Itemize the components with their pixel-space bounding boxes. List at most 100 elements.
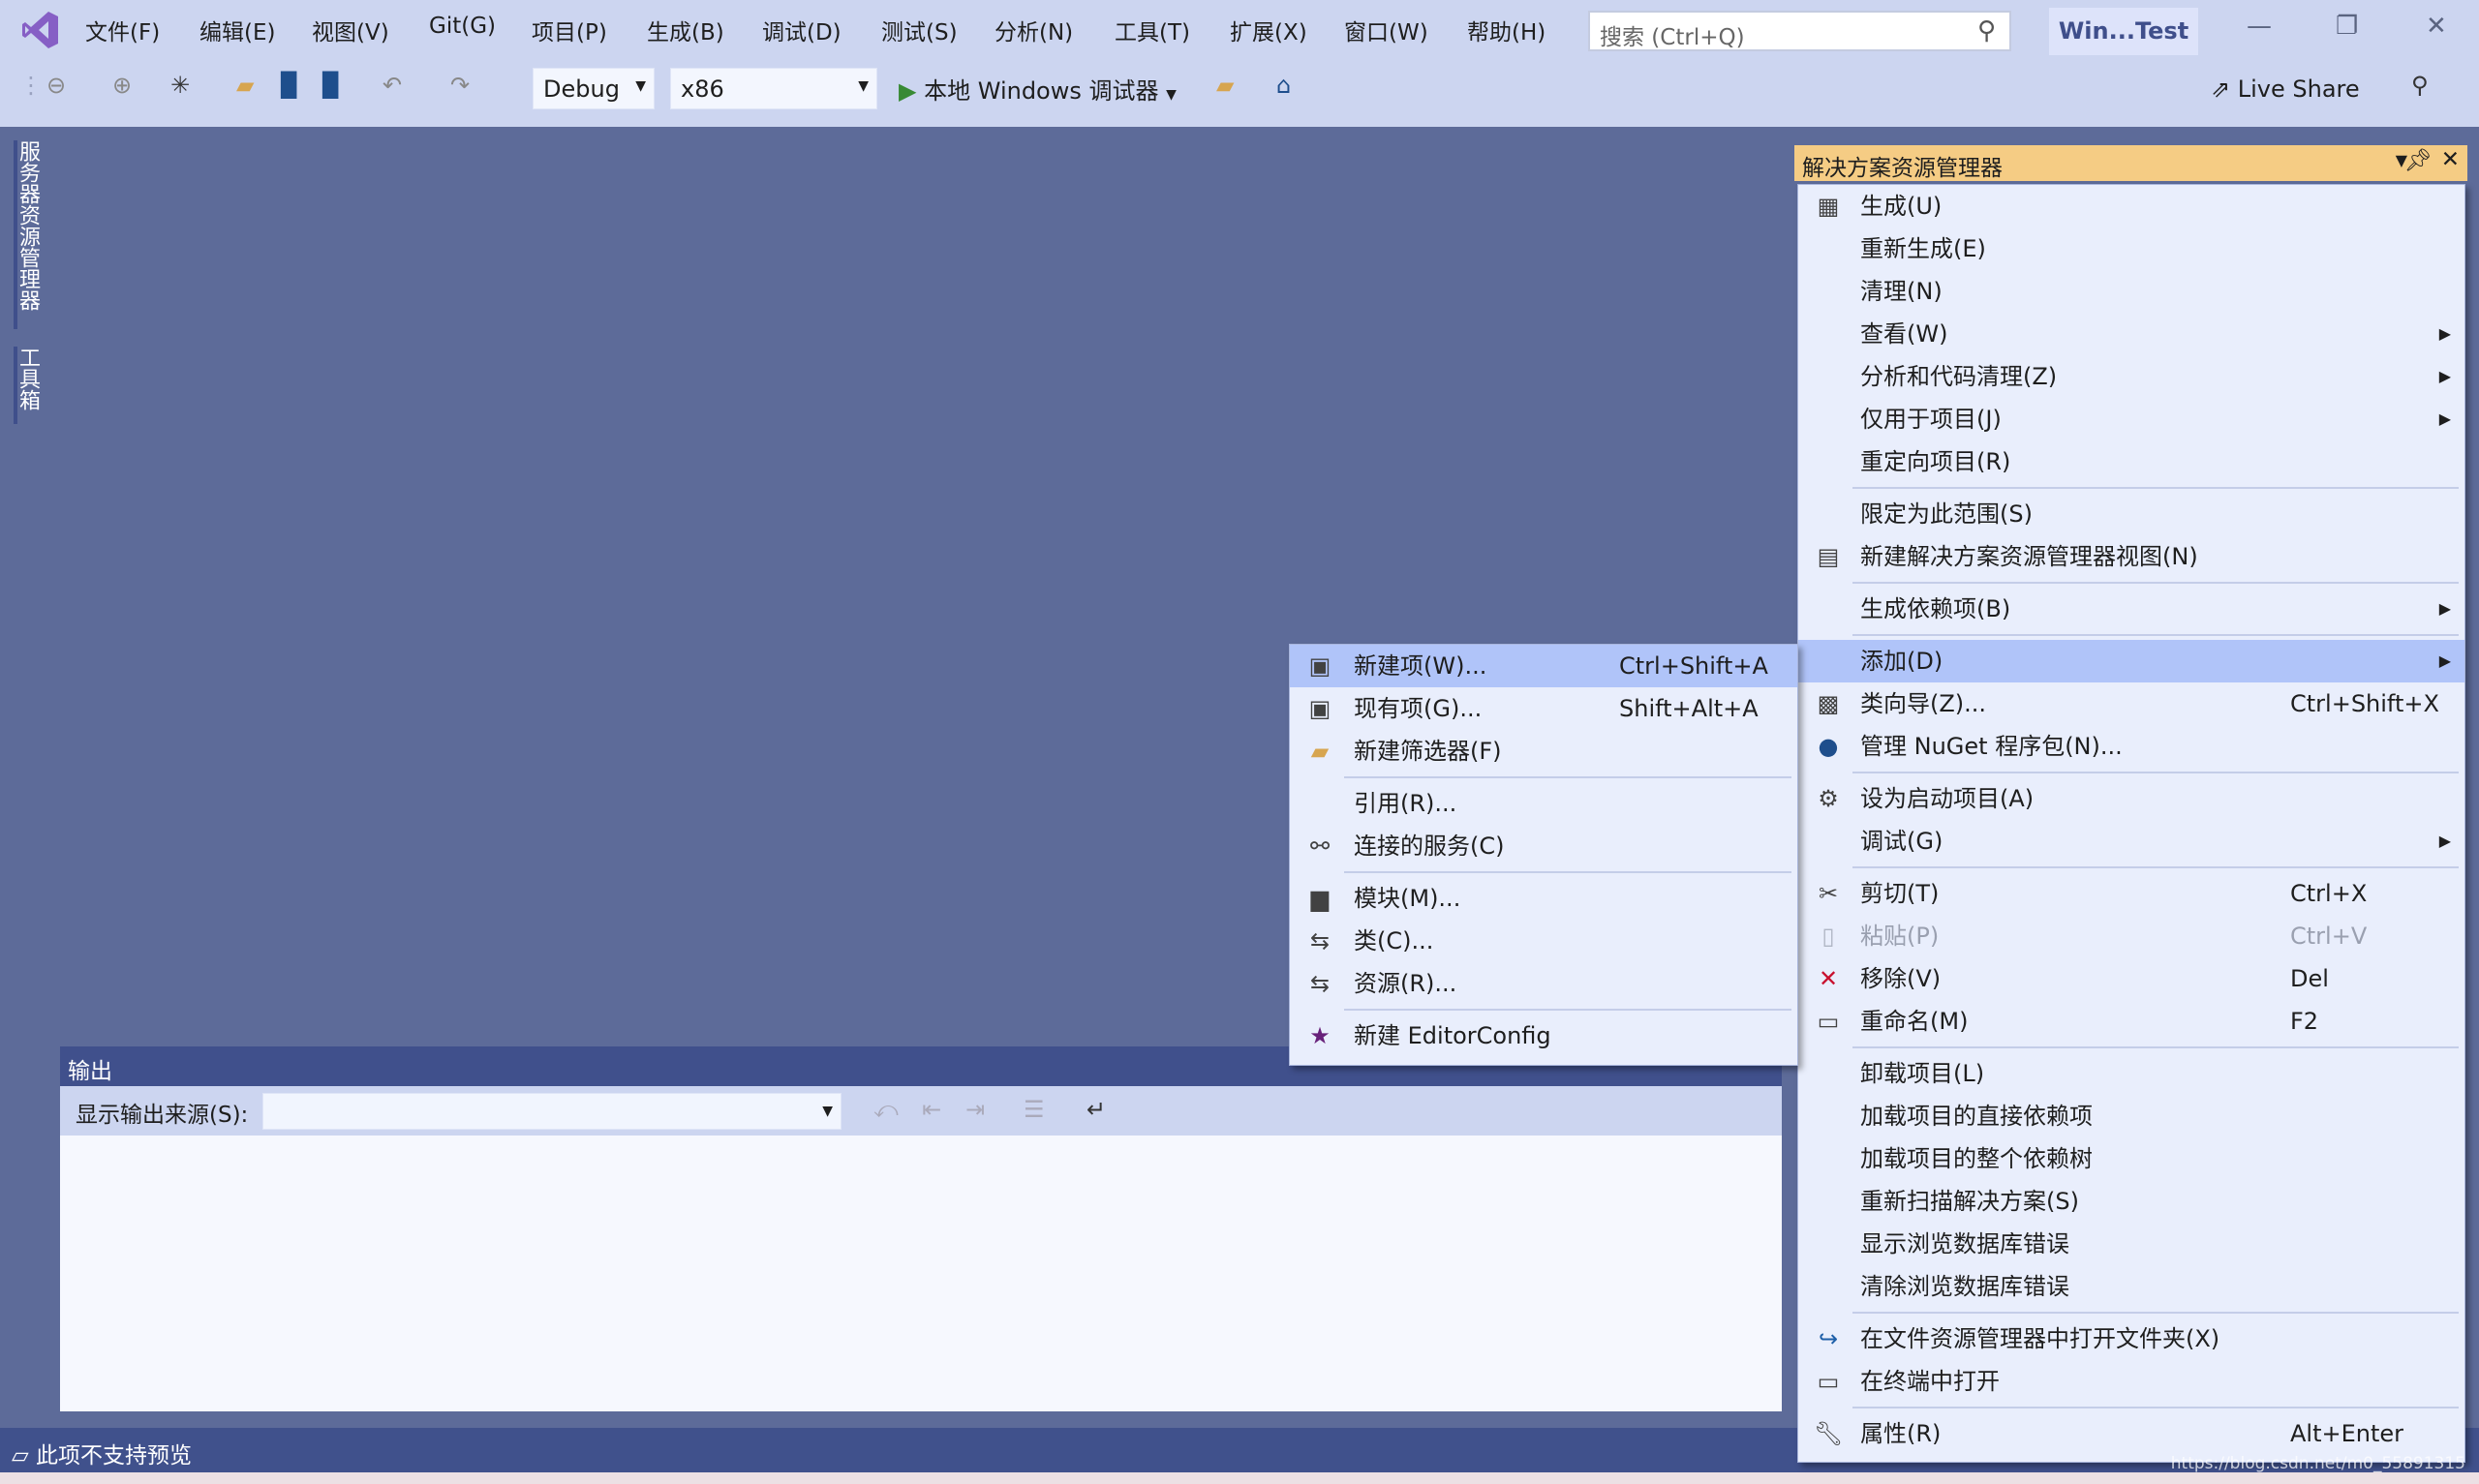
class-wizard-icon: ▩	[1817, 690, 1840, 717]
menu-item[interactable]: ▭ 在终端中打开	[1798, 1360, 2464, 1403]
menu-0[interactable]: 文件(F)	[85, 14, 160, 46]
save-all-icon[interactable]: ▉	[322, 72, 340, 99]
clear-all-icon[interactable]: ☰	[1024, 1096, 1045, 1123]
output-content[interactable]	[60, 1136, 1782, 1411]
menu-9[interactable]: 工具(T)	[1115, 14, 1190, 46]
menu-item-label: 类(C)...	[1354, 927, 1434, 954]
new-project-icon[interactable]: ✳	[170, 72, 190, 99]
toolbar-grip[interactable]: ⋮	[19, 72, 43, 99]
menu-item[interactable]: ⇆ 资源(R)...	[1290, 962, 1797, 1005]
tab-server-explorer[interactable]: 服务器资源管理器	[14, 140, 43, 329]
open-folder-icon[interactable]: ▰	[236, 72, 254, 99]
configuration-select[interactable]: Debug ▼	[533, 68, 655, 109]
menu-1[interactable]: 编辑(E)	[199, 14, 275, 46]
menu-item[interactable]: 重新扫描解决方案(S)	[1798, 1180, 2464, 1223]
start-debug-button[interactable]: ▶ 本地 Windows 调试器 ▼	[899, 72, 1177, 106]
menu-item[interactable]: 显示浏览数据库错误	[1798, 1223, 2464, 1265]
menu-item[interactable]: 调试(G) ▶	[1798, 820, 2464, 863]
menu-2[interactable]: 视图(V)	[312, 14, 389, 46]
menu-item[interactable]: 查看(W) ▶	[1798, 313, 2464, 355]
menu-item-label: 添加(D)	[1860, 648, 1943, 675]
menu-item[interactable]: ▣ 现有项(G)... Shift+Alt+A	[1290, 687, 1797, 730]
configuration-value: Debug	[543, 76, 620, 103]
menu-item-label: 连接的服务(C)	[1354, 833, 1505, 860]
close-icon[interactable]: ✕	[2441, 147, 2460, 172]
menu-item-label: 剪切(T)	[1860, 880, 1940, 907]
menu-item[interactable]: 生成依赖项(B) ▶	[1798, 588, 2464, 630]
menu-item[interactable]: ▯ 粘贴(P) Ctrl+V	[1798, 915, 2464, 957]
find-in-files-icon[interactable]: ▰	[1216, 72, 1234, 99]
menu-item[interactable]: 重新生成(E)	[1798, 227, 2464, 270]
word-wrap-icon[interactable]: ↵	[1086, 1096, 1106, 1123]
menu-item[interactable]: ▭ 重命名(M) F2	[1798, 1000, 2464, 1043]
menu-item-label: 限定为此范围(S)	[1860, 500, 2033, 528]
menu-item[interactable]: ▩ 类向导(Z)... Ctrl+Shift+X	[1798, 682, 2464, 725]
menu-item[interactable]: ▦ 生成(U)	[1798, 185, 2464, 227]
menu-item[interactable]: 🔧︎ 属性(R) Alt+Enter	[1798, 1412, 2464, 1455]
menu-item-label: 新建项(W)...	[1354, 652, 1487, 680]
undo-icon[interactable]: ↶	[383, 72, 402, 99]
menu-4[interactable]: 项目(P)	[532, 14, 607, 46]
menu-item-label: 类向导(Z)...	[1860, 690, 1987, 717]
menu-item[interactable]: ✂ 剪切(T) Ctrl+X	[1798, 872, 2464, 915]
live-share-button[interactable]: ⇗ Live Share	[2211, 76, 2360, 103]
menu-item[interactable]: 限定为此范围(S)	[1798, 493, 2464, 535]
menu-item[interactable]: 添加(D) ▶	[1798, 640, 2464, 682]
minimize-button[interactable]: —	[2247, 12, 2272, 41]
menu-11[interactable]: 窗口(W)	[1344, 14, 1428, 46]
forward-icon[interactable]: ⊕	[112, 72, 132, 99]
menu-item[interactable]: ✕ 移除(V) Del	[1798, 957, 2464, 1000]
menu-7[interactable]: 测试(S)	[881, 14, 958, 46]
menu-item[interactable]: 卸载项目(L)	[1798, 1052, 2464, 1095]
menu-item[interactable]: ★ 新建 EditorConfig	[1290, 1015, 1797, 1057]
tab-toolbox[interactable]: 工具箱	[14, 347, 43, 424]
go-to-line-icon[interactable]: ⤺	[873, 1096, 899, 1123]
redo-icon[interactable]: ↷	[450, 72, 470, 99]
play-icon: ▶	[899, 77, 917, 105]
menu-item[interactable]: 加载项目的整个依赖树	[1798, 1137, 2464, 1180]
pin-icon[interactable]: 📌︎	[2404, 147, 2433, 173]
menu-5[interactable]: 生成(B)	[647, 14, 724, 46]
menu-item[interactable]: ▰ 新建筛选器(F)	[1290, 730, 1797, 772]
menu-item[interactable]: 清理(N)	[1798, 270, 2464, 313]
output-source-select[interactable]: ▼	[262, 1093, 842, 1130]
menu-item[interactable]: ▣ 新建项(W)... Ctrl+Shift+A	[1290, 645, 1797, 687]
visual-studio-logo[interactable]	[21, 10, 60, 50]
wrench-icon: 🔧︎	[1813, 1420, 1844, 1447]
close-button[interactable]: ✕	[2426, 12, 2447, 41]
menu-item-label: 资源(R)...	[1354, 970, 1457, 997]
menu-6[interactable]: 调试(D)	[762, 14, 842, 46]
menu-item[interactable]: 引用(R)...	[1290, 782, 1797, 825]
menu-item[interactable]: ● 管理 NuGet 程序包(N)...	[1798, 725, 2464, 768]
menu-item-label: 重命名(M)	[1860, 1008, 1969, 1035]
menu-8[interactable]: 分析(N)	[995, 14, 1073, 46]
save-icon[interactable]: ▉	[281, 72, 298, 99]
menu-item-label: 属性(R)	[1860, 1420, 1942, 1447]
previous-message-icon[interactable]: ⇤	[922, 1096, 941, 1123]
solution-name-badge[interactable]: Win...Test	[2049, 8, 2198, 55]
menu-10[interactable]: 扩展(X)	[1230, 14, 1307, 46]
menu-item[interactable]: ⇆ 类(C)...	[1290, 920, 1797, 962]
home-icon[interactable]: ⌂	[1276, 72, 1291, 99]
menu-item[interactable]: 清除浏览数据库错误	[1798, 1265, 2464, 1308]
menu-item[interactable]: ↪ 在文件资源管理器中打开文件夹(X)	[1798, 1317, 2464, 1360]
back-icon[interactable]: ⊖	[46, 72, 66, 99]
search-placeholder: 搜索 (Ctrl+Q)	[1600, 25, 1745, 50]
menu-item[interactable]: ⚯ 连接的服务(C)	[1290, 825, 1797, 867]
menu-3[interactable]: Git(G)	[429, 14, 496, 39]
restore-button[interactable]: ❐	[2336, 12, 2358, 41]
menu-item[interactable]: ⚙ 设为启动项目(A)	[1798, 777, 2464, 820]
menu-item[interactable]: 重定向项目(R)	[1798, 440, 2464, 483]
menu-item[interactable]: 仅用于项目(J) ▶	[1798, 398, 2464, 440]
menu-item[interactable]: ▤ 新建解决方案资源管理器视图(N)	[1798, 535, 2464, 578]
menu-separator	[1798, 578, 2464, 588]
feedback-icon[interactable]: ⚲	[2411, 72, 2429, 99]
platform-select[interactable]: x86 ▼	[670, 68, 877, 109]
search-input[interactable]: 搜索 (Ctrl+Q) ⚲	[1588, 11, 2011, 51]
connected-service-icon: ⚯	[1309, 833, 1331, 860]
menu-item[interactable]: 分析和代码清理(Z) ▶	[1798, 355, 2464, 398]
next-message-icon[interactable]: ⇥	[965, 1096, 985, 1123]
menu-12[interactable]: 帮助(H)	[1467, 14, 1546, 46]
menu-item[interactable]: ▆ 模块(M)...	[1290, 877, 1797, 920]
menu-item[interactable]: 加载项目的直接依赖项	[1798, 1095, 2464, 1137]
